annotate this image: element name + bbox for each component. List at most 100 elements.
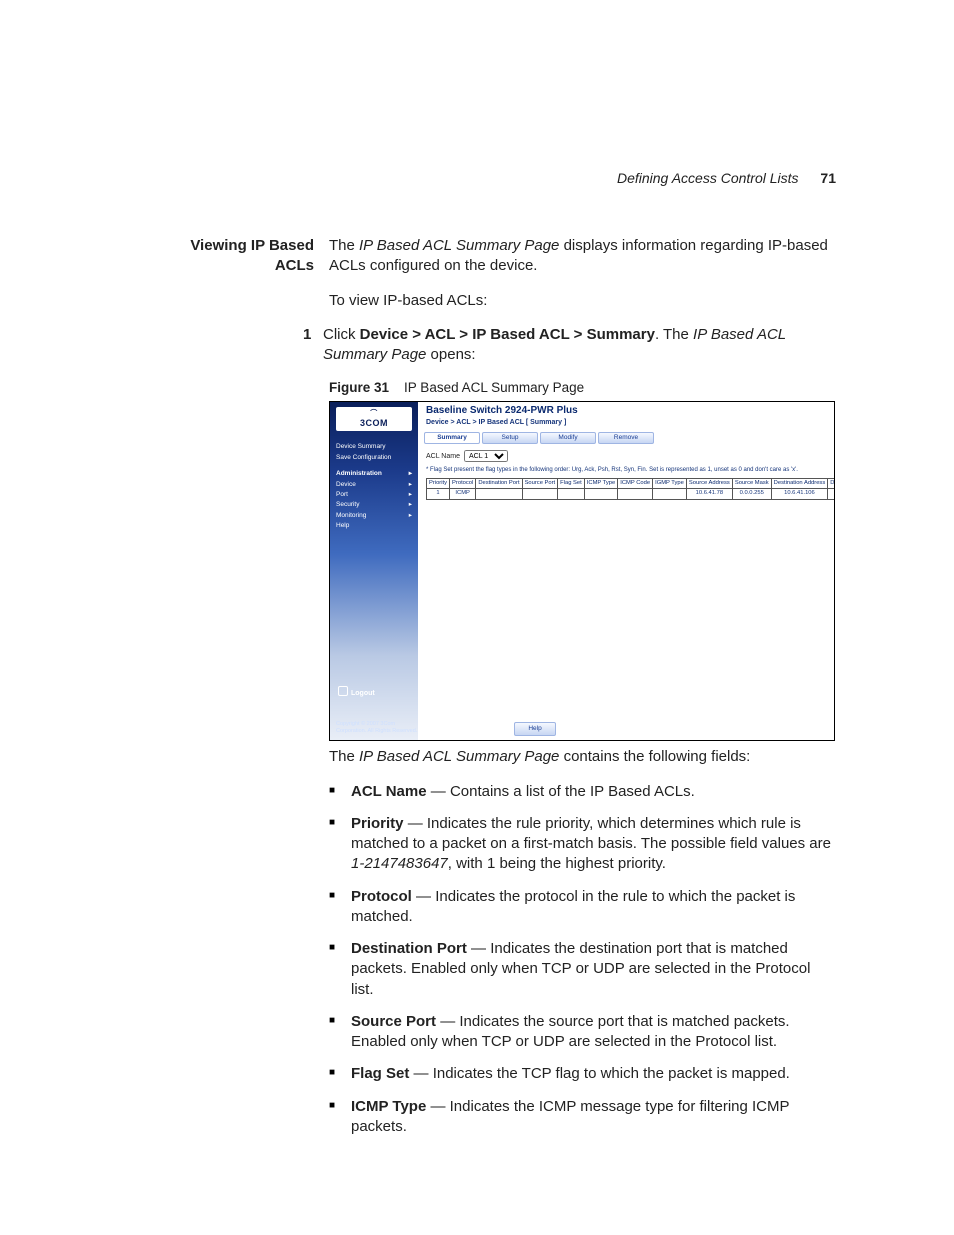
figure-caption: Figure 31 IP Based ACL Summary Page bbox=[329, 379, 836, 397]
field-desc: Contains a list of the IP Based ACLs. bbox=[450, 783, 695, 800]
field-name: Flag Set bbox=[351, 1065, 409, 1082]
step-body: Click Device > ACL > IP Based ACL > Summ… bbox=[323, 325, 836, 366]
td bbox=[522, 489, 558, 500]
sidebar-item-security[interactable]: Security▸ bbox=[336, 500, 412, 510]
field-name: ICMP Type bbox=[351, 1098, 426, 1115]
field-desc: Indicates the TCP flag to which the pack… bbox=[433, 1065, 790, 1082]
help-button[interactable]: Help bbox=[514, 722, 556, 736]
logout-button[interactable]: Logout bbox=[338, 685, 375, 698]
step1-post: opens: bbox=[426, 346, 475, 363]
tab-modify[interactable]: Modify bbox=[540, 432, 596, 444]
after-figure-text: The IP Based ACL Summary Page contains t… bbox=[329, 747, 836, 767]
td bbox=[653, 489, 687, 500]
shot-main: Baseline Switch 2924-PWR Plus Device > A… bbox=[418, 402, 834, 740]
sidebar-item[interactable]: Save Configuration bbox=[336, 453, 412, 463]
logout-icon bbox=[338, 686, 348, 696]
dash: — bbox=[416, 888, 435, 905]
list-item: Protocol — Indicates the protocol in the… bbox=[329, 887, 836, 928]
step1-mid: . The bbox=[655, 326, 693, 343]
acl-name-row: ACL Name ACL 1 bbox=[426, 450, 826, 462]
dash: — bbox=[430, 1098, 449, 1115]
field-name: Protocol bbox=[351, 888, 412, 905]
th-protocol: Protocol bbox=[450, 478, 476, 489]
list-item: Source Port — Indicates the source port … bbox=[329, 1012, 836, 1053]
section-title: Defining Access Control Lists bbox=[617, 170, 799, 186]
dash: — bbox=[440, 1013, 459, 1030]
shot-sidebar-list: Device Summary Save Configuration Admini… bbox=[336, 442, 412, 531]
th-src-port: Source Port bbox=[522, 478, 558, 489]
sidebar-item-label: Security bbox=[336, 500, 359, 510]
field-name: Priority bbox=[351, 815, 404, 832]
th-src-addr: Source Address bbox=[686, 478, 732, 489]
field-em: 1-2147483647 bbox=[351, 855, 448, 872]
sidebar-item-device[interactable]: Device ▸ bbox=[336, 480, 412, 490]
side-heading: Viewing IP Based ACLs bbox=[174, 236, 314, 277]
field-desc-post: , with 1 being the highest priority. bbox=[448, 855, 666, 872]
chevron-right-icon: ▸ bbox=[409, 490, 412, 500]
list-item: ICMP Type — Indicates the ICMP message t… bbox=[329, 1097, 836, 1138]
th-dst-mask: Destination Mask bbox=[828, 478, 835, 489]
dash: — bbox=[431, 783, 450, 800]
intro-paragraph: The IP Based ACL Summary Page displays i… bbox=[329, 236, 836, 277]
shot-title: Baseline Switch 2924-PWR Plus bbox=[418, 402, 834, 418]
sidebar-item-label: Port bbox=[336, 490, 348, 500]
sidebar-group-administration[interactable]: Administration▸ bbox=[336, 469, 412, 479]
sidebar-item[interactable]: Device Summary bbox=[336, 442, 412, 452]
td bbox=[558, 489, 585, 500]
acl-name-select[interactable]: ACL 1 bbox=[464, 450, 508, 462]
figure-label: Figure 31 bbox=[329, 380, 389, 395]
th-icmp-code: ICMP Code bbox=[618, 478, 653, 489]
td: 0.0.0.255 bbox=[828, 489, 835, 500]
tab-setup[interactable]: Setup bbox=[482, 432, 538, 444]
field-list: ACL Name — Contains a list of the IP Bas… bbox=[329, 782, 836, 1138]
after-fig-em: IP Based ACL Summary Page bbox=[359, 748, 559, 765]
breadcrumb: Device > ACL > IP Based ACL [ Summary ] bbox=[418, 418, 834, 429]
tab-remove[interactable]: Remove bbox=[598, 432, 654, 444]
list-item: Destination Port — Indicates the destina… bbox=[329, 939, 836, 1000]
list-item: Flag Set — Indicates the TCP flag to whi… bbox=[329, 1064, 836, 1084]
td bbox=[618, 489, 653, 500]
dash: — bbox=[471, 940, 490, 957]
after-fig-post: contains the following fields: bbox=[559, 748, 750, 765]
th-dst-addr: Destination Address bbox=[771, 478, 828, 489]
sidebar-item-port[interactable]: Port ▸ bbox=[336, 490, 412, 500]
sidebar-item-monitoring[interactable]: Monitoring▸ bbox=[336, 511, 412, 521]
step1-bold: Device > ACL > IP Based ACL > Summary bbox=[360, 326, 655, 343]
sidebar-item-label: Device bbox=[336, 480, 356, 490]
td bbox=[476, 489, 522, 500]
td: ICMP bbox=[450, 489, 476, 500]
field-name: ACL Name bbox=[351, 783, 427, 800]
sidebar-item-help[interactable]: Help bbox=[336, 521, 412, 531]
list-item: ACL Name — Contains a list of the IP Bas… bbox=[329, 782, 836, 802]
after-fig-pre: The bbox=[329, 748, 359, 765]
figure-caption-text: IP Based ACL Summary Page bbox=[404, 380, 584, 395]
th-igmp-type: IGMP Type bbox=[653, 478, 687, 489]
intro-emphasis: IP Based ACL Summary Page bbox=[359, 237, 559, 254]
brand-logo: ⌒ 3COM bbox=[336, 407, 412, 431]
td: 10.6.41.106 bbox=[771, 489, 828, 500]
th-src-mask: Source Mask bbox=[732, 478, 771, 489]
field-name: Destination Port bbox=[351, 940, 467, 957]
shot-body: ACL Name ACL 1 * Flag Set present the fl… bbox=[418, 450, 834, 500]
td: 0.0.0.255 bbox=[732, 489, 771, 500]
page: Defining Access Control Lists 71 Viewing… bbox=[0, 0, 954, 1235]
intro-pre: The bbox=[329, 237, 359, 254]
acl-name-label: ACL Name bbox=[426, 452, 460, 461]
dash: — bbox=[414, 1065, 433, 1082]
sidebar-item-label: Monitoring bbox=[336, 511, 366, 521]
dash: — bbox=[408, 815, 427, 832]
chevron-right-icon: ▸ bbox=[409, 480, 412, 490]
acl-rules-table: Priority Protocol Destination Port Sourc… bbox=[426, 478, 835, 501]
th-flag-set: Flag Set bbox=[558, 478, 585, 489]
th-dest-port: Destination Port bbox=[476, 478, 522, 489]
copyright-text: Copyright © 2007 3Com Corporation. All R… bbox=[336, 721, 418, 734]
flag-note: * Flag Set present the flag types in the… bbox=[426, 466, 826, 474]
td: 1 bbox=[427, 489, 450, 500]
td bbox=[584, 489, 617, 500]
step-1: 1 Click Device > ACL > IP Based ACL > Su… bbox=[329, 325, 836, 366]
tab-summary[interactable]: Summary bbox=[424, 432, 480, 444]
tab-bar: Summary Setup Modify Remove bbox=[418, 429, 834, 450]
sidebar-group-label: Administration bbox=[336, 469, 382, 479]
table-header-row: Priority Protocol Destination Port Sourc… bbox=[427, 478, 836, 489]
th-priority: Priority bbox=[427, 478, 450, 489]
